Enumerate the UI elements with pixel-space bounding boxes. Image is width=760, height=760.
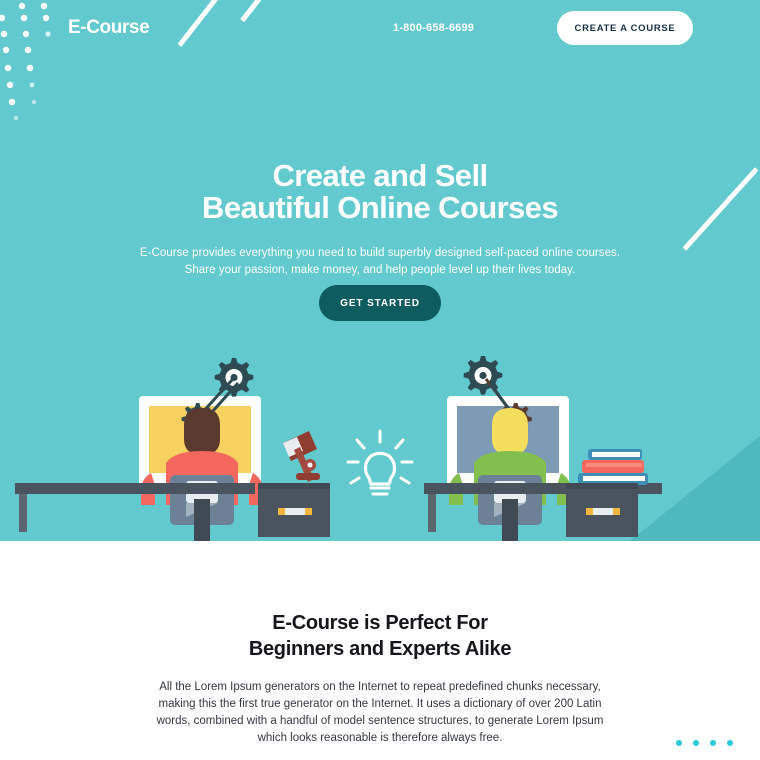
landing-page: E-Course 1-800-658-6699 CREATE A COURSE … <box>0 0 760 760</box>
carousel-dots[interactable] <box>676 740 733 746</box>
hero-subtitle: E-Course provides everything you need to… <box>0 245 760 279</box>
hero-subtitle-line-1: E-Course provides everything you need to… <box>139 247 621 259</box>
carousel-dot-2[interactable] <box>693 740 699 746</box>
features-intro-section: E-Course is Perfect For Beginners and Ex… <box>0 541 760 760</box>
hero-copy: Create and Sell Beautiful Online Courses… <box>0 160 760 279</box>
right-workstation-illustration <box>424 356 662 541</box>
hero-subtitle-line-2: Share your passion, make money, and help… <box>184 264 576 276</box>
hero-section: E-Course 1-800-658-6699 CREATE A COURSE … <box>0 0 760 541</box>
top-navigation: E-Course 1-800-658-6699 CREATE A COURSE <box>0 0 760 58</box>
left-workstation-illustration <box>15 358 330 541</box>
hero-title-line-1: Create and Sell <box>272 158 489 193</box>
hero-illustration <box>15 356 662 541</box>
section-title: E-Course is Perfect For Beginners and Ex… <box>0 541 760 662</box>
lightbulb-icon <box>346 429 414 496</box>
section-title-line-1: E-Course is Perfect For <box>272 612 488 634</box>
section-body-text: All the Lorem Ipsum generators on the In… <box>156 681 604 744</box>
section-title-line-2: Beginners and Experts Alike <box>248 638 512 660</box>
page-title: Create and Sell Beautiful Online Courses <box>0 160 760 224</box>
desk-lamp-icon <box>283 431 320 482</box>
carousel-dot-4[interactable] <box>727 740 733 746</box>
book-stack-icon <box>578 449 648 485</box>
create-a-course-button[interactable]: CREATE A COURSE <box>557 11 693 45</box>
carousel-dot-3[interactable] <box>710 740 716 746</box>
get-started-button[interactable]: GET STARTED <box>319 285 441 321</box>
carousel-dot-1[interactable] <box>676 740 682 746</box>
site-logo[interactable]: E-Course <box>68 17 150 39</box>
phone-number[interactable]: 1-800-658-6699 <box>393 22 474 34</box>
hero-title-line-2: Beautiful Online Courses <box>202 190 559 225</box>
